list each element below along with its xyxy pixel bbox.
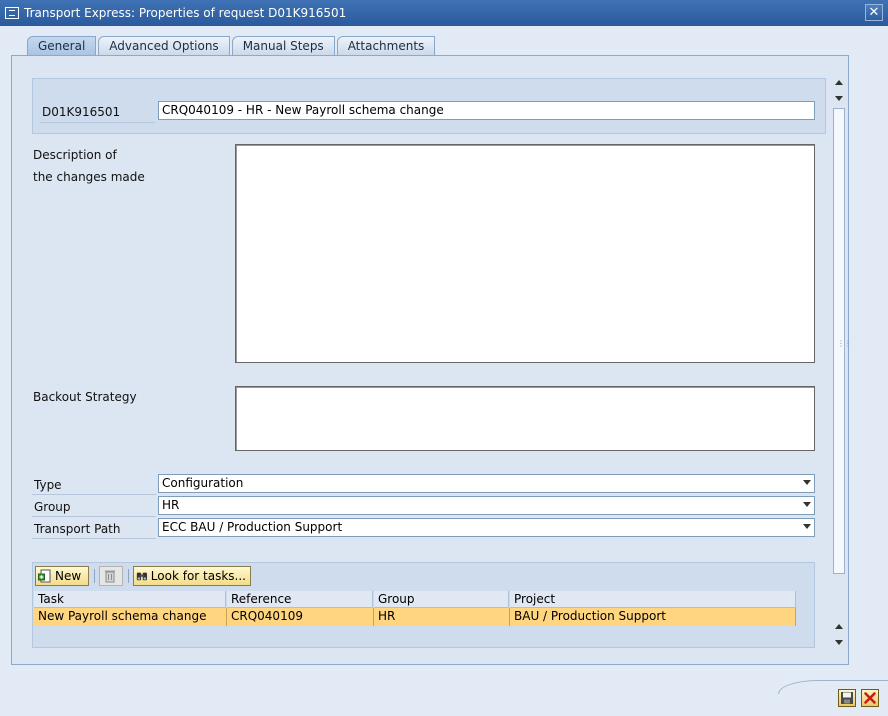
label-underline <box>32 538 156 539</box>
close-icon: ✕ <box>868 5 880 20</box>
new-task-label: New <box>55 569 82 583</box>
general-tab-panel: D01K916501 CRQ040109 - HR - New Payroll … <box>11 55 852 665</box>
scroll-content: D01K916501 CRQ040109 - HR - New Payroll … <box>12 74 830 664</box>
dialog-footer <box>0 680 888 716</box>
tasks-group: New Look for tasks... Task Reference Gro… <box>32 562 815 648</box>
column-header-group[interactable]: Group <box>374 591 509 608</box>
type-label: Type <box>34 478 62 492</box>
table-row-cell-task[interactable]: New Payroll schema change <box>34 608 227 626</box>
new-task-button[interactable]: New <box>35 566 89 586</box>
chevron-down-icon <box>803 480 811 485</box>
backout-strategy-textarea[interactable] <box>235 386 815 451</box>
tab-attachments[interactable]: Attachments <box>336 36 436 56</box>
window-menu-icon[interactable] <box>5 7 19 19</box>
tab-general[interactable]: General <box>27 36 97 56</box>
scrollbar-thumb[interactable]: ⋮⋮ <box>833 108 852 574</box>
column-header-reference[interactable]: Reference <box>227 591 373 608</box>
transport-path-value: ECC BAU / Production Support <box>162 520 343 534</box>
transport-path-dropdown[interactable]: ECC BAU / Production Support <box>158 518 815 537</box>
description-textarea[interactable] <box>235 144 815 363</box>
vertical-scrollbar[interactable]: ⋮⋮ <box>830 74 852 648</box>
delete-task-button[interactable] <box>99 566 123 586</box>
column-header-task[interactable]: Task <box>34 591 226 608</box>
save-button[interactable] <box>838 689 856 707</box>
type-dropdown[interactable]: Configuration <box>158 474 815 493</box>
cancel-icon <box>864 692 876 704</box>
tab-advanced-options[interactable]: Advanced Options <box>98 36 230 56</box>
request-id-label: D01K916501 <box>42 105 121 119</box>
backout-strategy-label: Backout Strategy <box>33 390 137 404</box>
page-down-icon[interactable] <box>835 96 843 101</box>
look-for-tasks-label: Look for tasks... <box>150 569 246 583</box>
group-dropdown[interactable]: HR <box>158 496 815 515</box>
chevron-down-icon <box>803 502 811 507</box>
scroll-up-icon[interactable] <box>835 80 843 85</box>
scroll-down-icon[interactable] <box>835 640 843 645</box>
request-short-text-input[interactable]: CRQ040109 - HR - New Payroll schema chan… <box>158 101 815 120</box>
look-for-tasks-button[interactable]: Look for tasks... <box>133 566 251 586</box>
window-title-bar: Transport Express: Properties of request… <box>0 0 888 26</box>
toolbar-separator <box>128 569 129 583</box>
chevron-down-icon <box>803 524 811 529</box>
save-icon <box>841 692 853 704</box>
description-label-line1: Description of <box>33 148 117 162</box>
request-header-group: D01K916501 CRQ040109 - HR - New Payroll … <box>32 78 826 134</box>
new-document-icon <box>38 569 51 583</box>
group-value: HR <box>162 498 180 512</box>
label-underline <box>40 122 155 123</box>
tab-manual-steps[interactable]: Manual Steps <box>231 36 335 56</box>
type-value: Configuration <box>162 476 244 490</box>
table-row-cell-project[interactable]: BAU / Production Support <box>510 608 796 626</box>
close-window-button[interactable]: ✕ <box>865 4 883 21</box>
table-row-cell-reference[interactable]: CRQ040109 <box>227 608 374 626</box>
description-label-line2: the changes made <box>33 170 145 184</box>
label-underline <box>32 516 156 517</box>
trash-icon <box>105 570 115 583</box>
page-up-icon[interactable] <box>835 624 843 629</box>
grip-icon: ⋮⋮ <box>837 339 852 348</box>
window-title: Transport Express: Properties of request… <box>24 6 347 20</box>
table-row-cell-group[interactable]: HR <box>374 608 510 626</box>
label-underline <box>32 494 156 495</box>
cancel-button[interactable] <box>861 689 879 707</box>
binoculars-icon <box>136 572 147 581</box>
transport-path-label: Transport Path <box>34 522 121 536</box>
group-label: Group <box>34 500 71 514</box>
toolbar-separator <box>94 569 95 583</box>
tab-strip: General Advanced Options Manual Steps At… <box>27 36 437 56</box>
column-header-project[interactable]: Project <box>510 591 796 608</box>
